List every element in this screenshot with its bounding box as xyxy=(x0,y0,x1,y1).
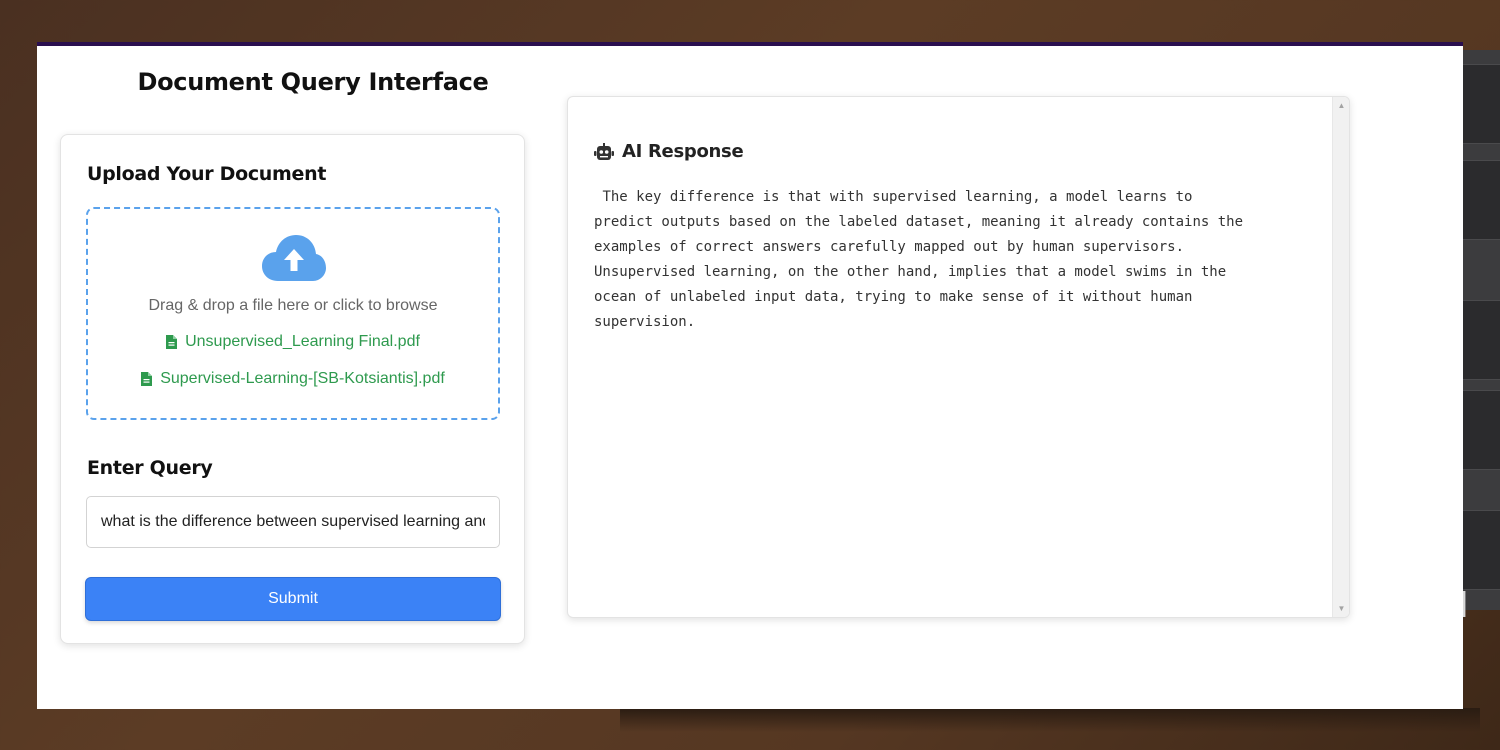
uploaded-file-item: Unsupervised_Learning Final.pdf xyxy=(88,333,498,351)
ai-response-panel: AI Response The key difference is that w… xyxy=(567,96,1350,618)
submit-button[interactable]: Submit xyxy=(85,577,501,621)
upload-query-card: Upload Your Document Drag & drop a file … xyxy=(60,134,525,644)
page-title: Document Query Interface xyxy=(137,68,489,96)
file-name: Unsupervised_Learning Final.pdf xyxy=(185,333,420,350)
app-window: Document Query Interface Upload Your Doc… xyxy=(37,42,1463,709)
response-heading-label: AI Response xyxy=(622,141,744,162)
scroll-up-arrow-icon[interactable]: ▲ xyxy=(1333,101,1349,110)
file-name: Supervised-Learning-[SB-Kotsiantis].pdf xyxy=(160,370,445,387)
cloud-upload-icon xyxy=(262,235,326,281)
response-heading: AI Response xyxy=(594,141,744,162)
uploaded-file-item: Supervised-Learning-[SB-Kotsiantis].pdf xyxy=(88,370,498,388)
file-icon xyxy=(141,372,153,386)
window-shadow xyxy=(620,708,1480,732)
query-input[interactable] xyxy=(86,496,500,548)
response-scrollbar[interactable]: ▲ ▼ xyxy=(1332,97,1349,617)
scroll-down-arrow-icon[interactable]: ▼ xyxy=(1333,604,1349,613)
robot-icon xyxy=(594,142,614,160)
upload-heading: Upload Your Document xyxy=(87,163,327,185)
response-text: The key difference is that with supervis… xyxy=(594,189,1244,330)
file-icon xyxy=(166,335,178,349)
query-heading: Enter Query xyxy=(87,457,213,479)
dropzone-instructions: Drag & drop a file here or click to brow… xyxy=(148,297,438,314)
file-dropzone[interactable]: Drag & drop a file here or click to brow… xyxy=(86,207,500,420)
